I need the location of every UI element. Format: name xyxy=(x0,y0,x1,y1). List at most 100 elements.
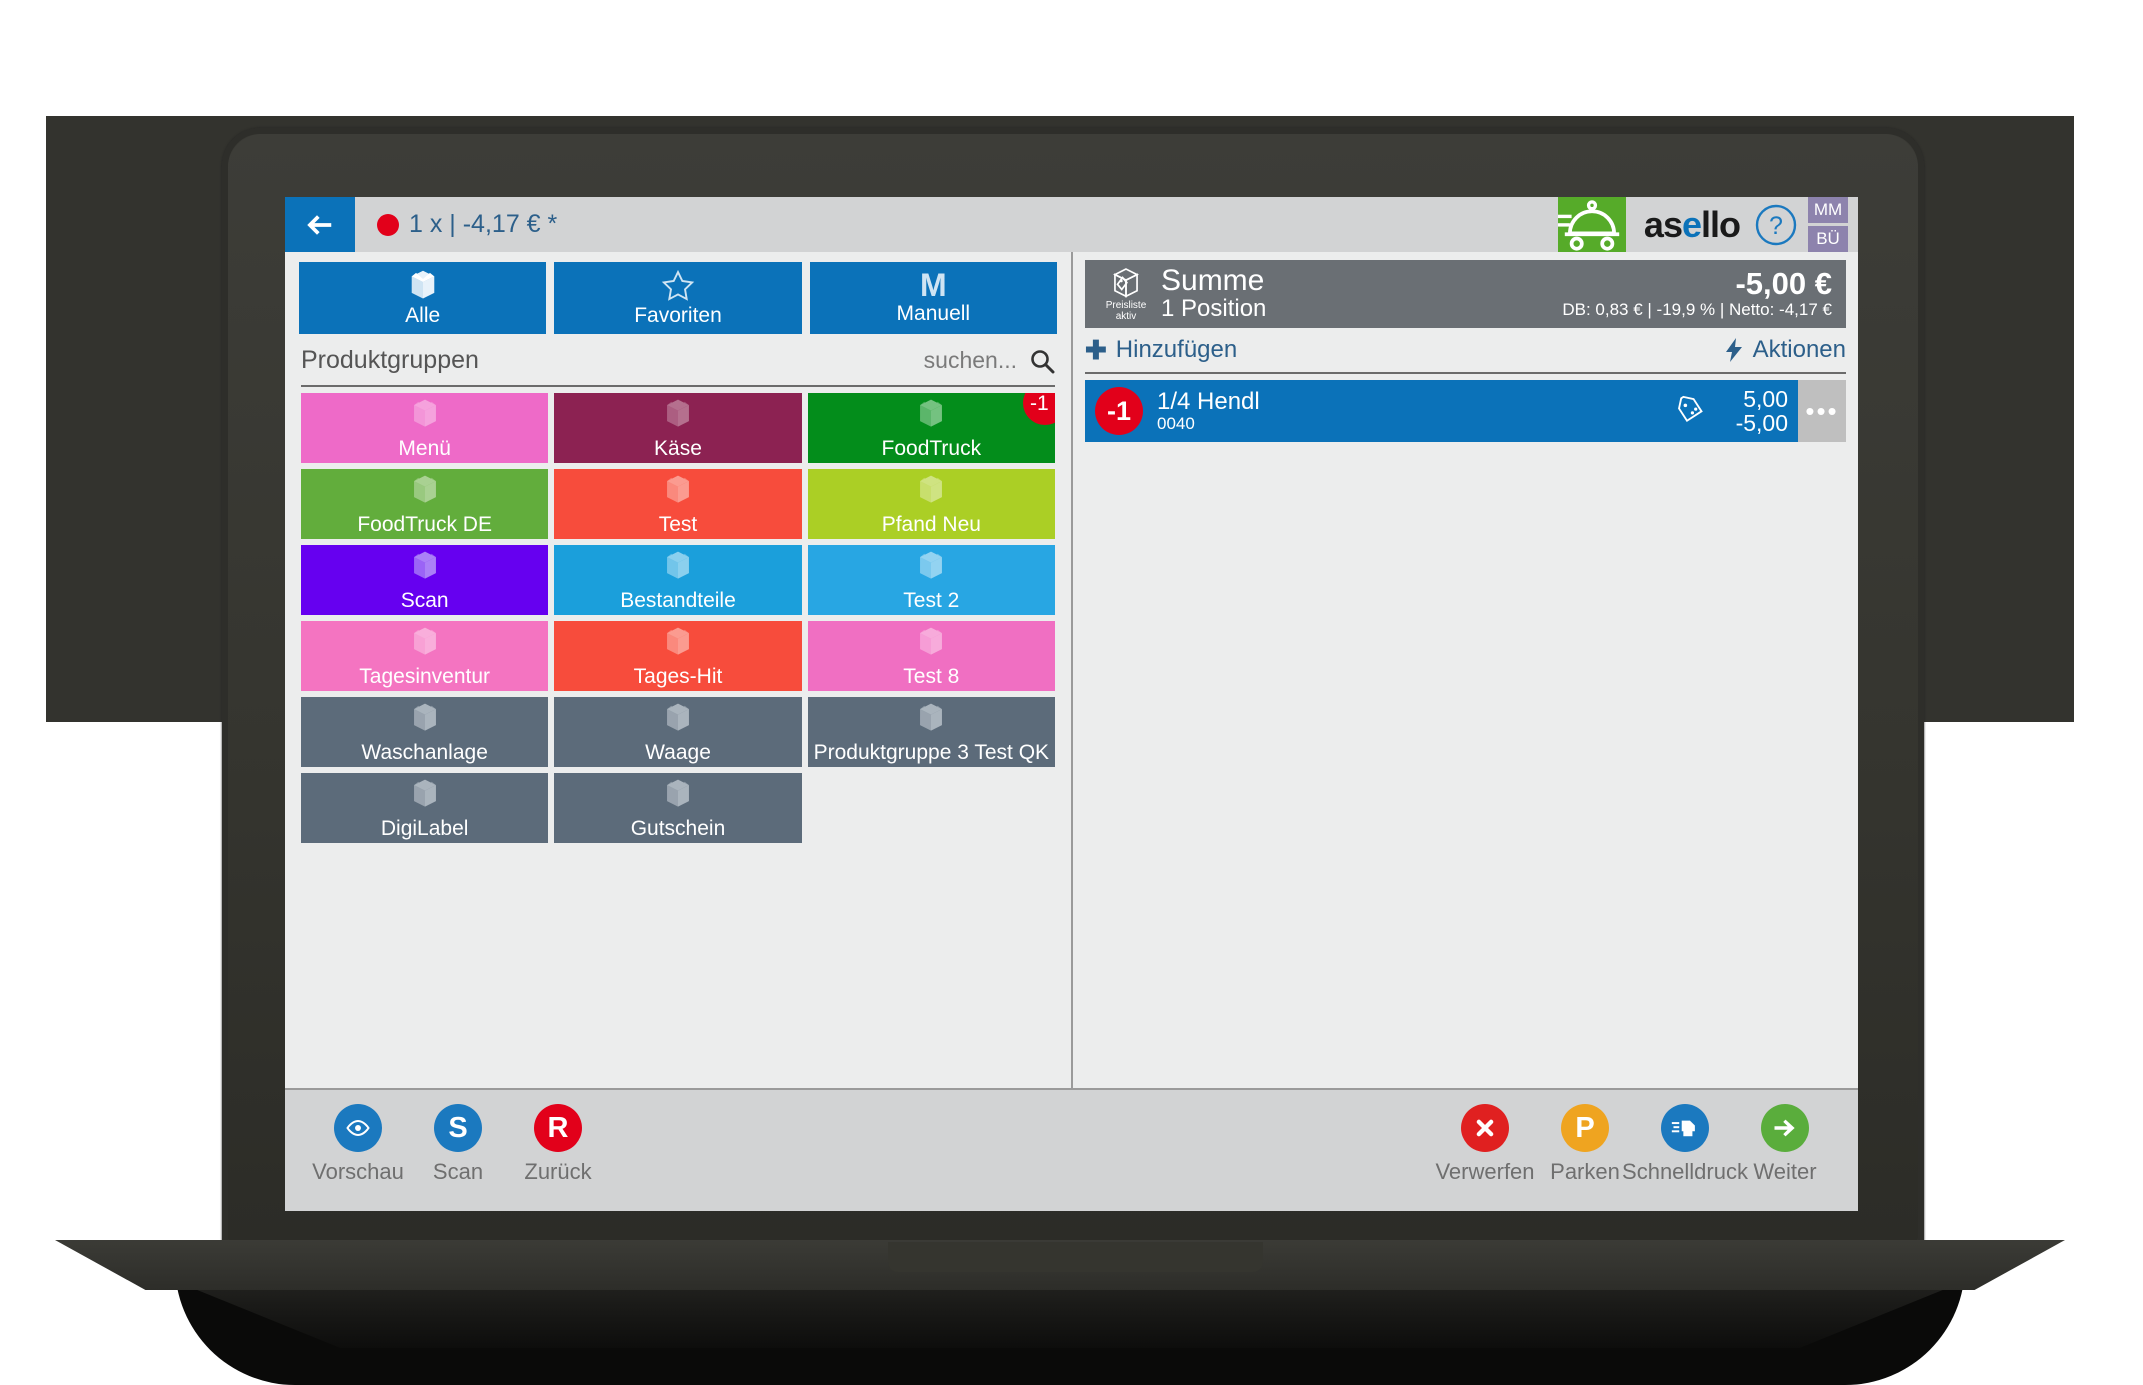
product-group-tile[interactable]: DigiLabel xyxy=(301,773,549,843)
open-box-icon xyxy=(667,627,689,655)
line-item-more-button[interactable]: ••• xyxy=(1798,380,1846,442)
toolbar-right-buttons: Verwerfen P Parken Schnelldruck Weiter xyxy=(1435,1104,1830,1185)
product-group-tile[interactable]: FoodTruck -1 xyxy=(807,393,1055,463)
star-icon xyxy=(661,269,695,301)
toolbar-button-label: Vorschau xyxy=(312,1159,404,1184)
laptop-hinge-notch xyxy=(888,1242,1263,1272)
product-group-tile[interactable]: Käse xyxy=(554,393,802,463)
help-question-icon: ? xyxy=(1755,204,1797,245)
back-button[interactable] xyxy=(285,197,355,252)
toolbar-left-buttons: Vorschau S Scan R Zurück xyxy=(312,1104,603,1185)
add-item-label: Hinzufügen xyxy=(1115,336,1238,363)
toolbar-button-label: Zurück xyxy=(524,1159,592,1184)
arrow-right-icon-circle xyxy=(1761,1104,1809,1152)
cart-summary[interactable]: 1 x | -4,17 € * xyxy=(355,197,1558,252)
product-group-label: Waschanlage xyxy=(361,741,488,764)
product-group-tile[interactable]: Tagesinventur xyxy=(301,621,549,691)
toolbar-button-zurück[interactable]: R Zurück xyxy=(513,1104,603,1185)
eye-icon-circle xyxy=(334,1104,382,1152)
product-group-label: Menü xyxy=(398,437,451,460)
open-box-icon xyxy=(920,627,943,655)
brand-logo: as e llo xyxy=(1626,197,1754,252)
line-item-prices: 5,00 -5,00 xyxy=(1712,387,1788,435)
table-row[interactable]: -1 1/4 Hendl 0040 5,00 -5,00 ••• xyxy=(1085,380,1846,442)
product-groups-title: Produktgruppen xyxy=(301,346,479,374)
open-box-icon xyxy=(413,779,436,807)
product-group-label: FoodTruck DE xyxy=(357,513,492,536)
line-item-code: 0040 xyxy=(1157,414,1195,433)
summary-meta: DB: 0,83 € | -19,9 % | Netto: -4,17 € xyxy=(1562,300,1832,319)
status-dot-icon xyxy=(377,213,399,236)
line-item-body[interactable]: -1 1/4 Hendl 0040 5,00 -5,00 xyxy=(1085,380,1798,442)
summary-title: Summe xyxy=(1161,264,1265,297)
line-item-unit-price: 5,00 xyxy=(1743,386,1788,412)
toolbar-button-weiter[interactable]: Weiter xyxy=(1740,1104,1830,1185)
toolbar-button-vorschau[interactable]: Vorschau xyxy=(312,1104,404,1185)
category-tabs: Alle Favoriten M Manuell xyxy=(285,252,1071,334)
toolbar-button-parken[interactable]: P Parken xyxy=(1540,1104,1630,1185)
product-group-tile[interactable]: FoodTruck DE xyxy=(301,469,549,539)
product-group-label: Test 2 xyxy=(903,589,960,612)
product-group-tile[interactable]: Test 8 xyxy=(807,621,1055,691)
price-tag-box-icon xyxy=(1113,267,1139,298)
svg-text:?: ? xyxy=(1769,212,1783,240)
toolbar-button-label: Weiter xyxy=(1753,1159,1817,1184)
product-group-tile[interactable]: Test 2 xyxy=(807,545,1055,615)
actions-button[interactable]: Aktionen xyxy=(1724,336,1846,364)
product-group-label: Test 8 xyxy=(903,665,960,688)
product-group-label: Tagesinventur xyxy=(359,665,491,688)
open-box-icon xyxy=(667,551,689,579)
product-group-label: Waage xyxy=(645,741,711,764)
product-group-tile[interactable]: Test xyxy=(554,469,802,539)
product-group-label: Tages-Hit xyxy=(633,665,723,688)
open-box-icon xyxy=(413,703,436,731)
help-button[interactable]: ? xyxy=(1754,197,1808,252)
action-row: ✚ Hinzufügen Aktionen xyxy=(1085,328,1846,374)
product-group-tile[interactable]: Waage xyxy=(554,697,802,767)
toolbar-button-schnelldruck[interactable]: Schnelldruck xyxy=(1622,1104,1748,1185)
bottom-toolbar: Vorschau S Scan R Zurück Verwerfen P Parken Sch… xyxy=(285,1088,1858,1211)
product-group-label: Bestandteile xyxy=(620,589,736,612)
tab-favoriten[interactable]: Favoriten xyxy=(554,262,802,334)
letter-p-icon-circle: P xyxy=(1561,1104,1609,1152)
line-item-quantity: -1 xyxy=(1095,387,1143,435)
product-group-label: FoodTruck xyxy=(881,437,982,460)
product-group-tile[interactable]: Produktgruppe 3 Test QK xyxy=(807,697,1055,767)
search-input[interactable]: suchen... xyxy=(924,347,1055,374)
line-item-text: 1/4 Hendl 0040 xyxy=(1143,389,1670,433)
product-group-label: Test xyxy=(658,513,698,536)
product-group-label: Käse xyxy=(654,437,702,460)
product-group-tile[interactable]: Gutschein xyxy=(554,773,802,843)
delivery-button[interactable] xyxy=(1557,197,1626,252)
top-bar: 1 x | -4,17 € * as e llo ? MM BÜ xyxy=(285,197,1858,252)
tab-alle[interactable]: Alle xyxy=(299,262,547,334)
printer-icon-circle xyxy=(1661,1104,1709,1152)
summary-labels: Summe 1 Position xyxy=(1153,266,1562,322)
product-group-tile[interactable]: Tages-Hit xyxy=(554,621,802,691)
actions-label: Aktionen xyxy=(1752,336,1846,363)
product-panel: Alle Favoriten M Manuell Produktgruppen xyxy=(285,252,1073,1088)
price-list-indicator: Preisliste aktiv xyxy=(1099,267,1153,322)
user-badge-primary[interactable]: MM xyxy=(1808,197,1848,223)
brand-text-part1: as xyxy=(1643,203,1683,245)
product-group-tile[interactable]: Pfand Neu xyxy=(807,469,1055,539)
open-box-icon xyxy=(413,399,436,427)
toolbar-button-scan[interactable]: S Scan xyxy=(413,1104,503,1185)
product-group-tile[interactable]: Scan xyxy=(301,545,549,615)
product-group-label: Pfand Neu xyxy=(881,513,981,536)
user-badge-secondary[interactable]: BÜ xyxy=(1808,226,1848,252)
product-groups-header: Produktgruppen suchen... xyxy=(301,346,1055,387)
add-item-button[interactable]: ✚ Hinzufügen xyxy=(1085,336,1237,364)
line-item-name: 1/4 Hendl xyxy=(1157,388,1260,415)
letter-s-icon: S xyxy=(448,1111,468,1144)
product-group-tile[interactable]: Waschanlage xyxy=(301,697,549,767)
toolbar-button-label: Verwerfen xyxy=(1435,1159,1535,1184)
open-box-icon xyxy=(413,551,436,579)
open-box-icon xyxy=(667,399,689,427)
tab-manuell[interactable]: M Manuell xyxy=(809,262,1057,334)
toolbar-button-verwerfen[interactable]: Verwerfen xyxy=(1435,1104,1535,1185)
tab-favoriten-label: Favoriten xyxy=(634,303,722,327)
product-group-tile[interactable]: Menü xyxy=(301,393,549,463)
x-close-icon xyxy=(1476,1119,1494,1137)
product-group-tile[interactable]: Bestandteile xyxy=(554,545,802,615)
